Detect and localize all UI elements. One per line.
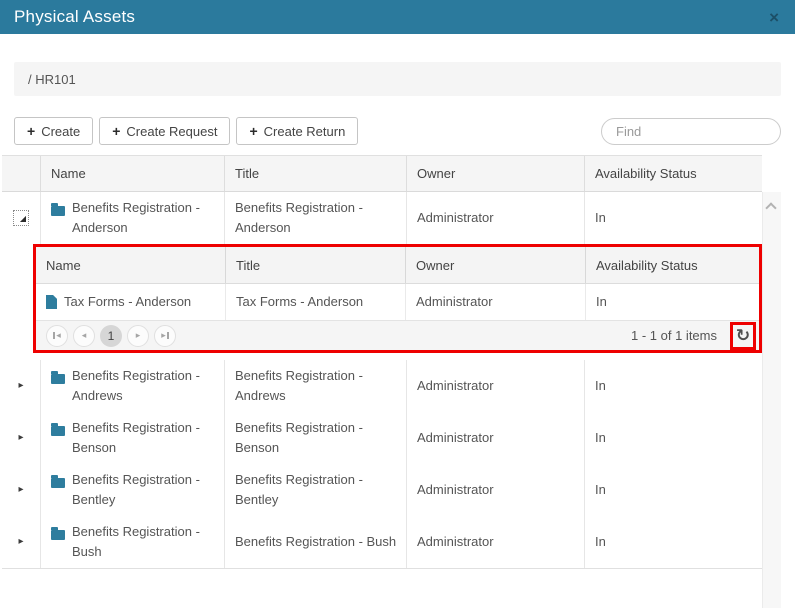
document-icon	[46, 295, 57, 309]
nested-detail-grid: Name Title Owner Availability Status Tax…	[33, 244, 762, 353]
name-cell: Tax Forms - Anderson	[36, 284, 225, 320]
table-row-anderson[interactable]: ◢ Benefits Registration - Anderson Benef…	[2, 192, 762, 244]
collapse-row-icon[interactable]: ◢	[13, 210, 29, 226]
table-row-bush[interactable]: ▸ Benefits Registration - Bush Benefits …	[2, 516, 762, 569]
pager-next-button[interactable]: ▸	[127, 325, 149, 347]
pager: ◂ ◂ 1 ▸ ▸ 1 - 1 of 1 items ↻	[36, 320, 759, 350]
asset-name: Benefits Registration - Benson	[72, 418, 216, 458]
expander-cell: ▸	[2, 464, 40, 516]
owner-cell: Administrator	[406, 516, 584, 568]
grid-header-row: Name Title Owner Availability Status	[2, 155, 762, 192]
title-cell: Benefits Registration - Benson	[224, 412, 406, 464]
asset-name: Benefits Registration - Bentley	[72, 470, 216, 510]
pager-page-1[interactable]: 1	[100, 325, 122, 347]
vertical-scrollbar[interactable]	[762, 192, 781, 608]
owner-cell: Administrator	[406, 192, 584, 244]
status-cell: In	[584, 464, 762, 516]
physical-assets-dialog: Physical Assets × / HR101 + Create + Cre…	[0, 0, 795, 608]
status-cell: In	[584, 516, 762, 568]
create-request-button[interactable]: + Create Request	[99, 117, 230, 145]
table-row-tax-forms[interactable]: Tax Forms - Anderson Tax Forms - Anderso…	[36, 284, 759, 320]
grid-header-title[interactable]: Title	[224, 156, 406, 191]
owner-cell: Administrator	[405, 284, 585, 320]
assets-grid-area: Name Title Owner Availability Status ◢ B…	[2, 155, 781, 608]
grid-header-name[interactable]: Name	[40, 156, 224, 191]
breadcrumb-path[interactable]: / HR101	[28, 72, 76, 87]
table-row-benson[interactable]: ▸ Benefits Registration - Benson Benefit…	[2, 412, 762, 464]
table-row-bentley[interactable]: ▸ Benefits Registration - Bentley Benefi…	[2, 464, 762, 516]
grid-header-owner[interactable]: Owner	[406, 156, 584, 191]
asset-name: Benefits Registration - Anderson	[72, 198, 216, 238]
asset-name: Benefits Registration - Bush	[72, 522, 216, 562]
folder-icon	[51, 206, 65, 216]
grid-header-expander	[2, 156, 40, 191]
pager-prev-button[interactable]: ◂	[73, 325, 95, 347]
status-cell: In	[584, 192, 762, 244]
asset-name: Tax Forms - Anderson	[64, 292, 191, 312]
expand-row-icon[interactable]: ▸	[18, 537, 23, 547]
title-cell: Benefits Registration - Anderson	[224, 192, 406, 244]
table-row-andrews[interactable]: ▸ Benefits Registration - Andrews Benefi…	[2, 360, 762, 412]
pager-prev-icon: ◂	[82, 330, 87, 341]
toolbar: + Create + Create Request + Create Retur…	[14, 117, 781, 145]
name-cell: Benefits Registration - Benson	[40, 412, 224, 464]
nested-header-row: Name Title Owner Availability Status	[36, 247, 759, 284]
status-cell: In	[584, 360, 762, 412]
pager-first-button[interactable]: ◂	[46, 325, 68, 347]
create-return-button-label: Create Return	[264, 124, 346, 139]
title-cell: Benefits Registration - Andrews	[224, 360, 406, 412]
title-cell: Tax Forms - Anderson	[225, 284, 405, 320]
status-cell: In	[585, 284, 759, 320]
folder-icon	[51, 478, 65, 488]
scroll-up-icon[interactable]	[765, 202, 776, 213]
name-cell: Benefits Registration - Anderson	[40, 192, 224, 244]
dialog-titlebar: Physical Assets ×	[0, 0, 795, 34]
create-button-label: Create	[41, 124, 80, 139]
nested-header-name[interactable]: Name	[36, 247, 225, 283]
expander-cell: ◢	[2, 192, 40, 244]
toolbar-buttons: + Create + Create Request + Create Retur…	[14, 117, 358, 145]
create-button[interactable]: + Create	[14, 117, 93, 145]
refresh-icon[interactable]: ↻	[730, 322, 756, 350]
title-cell: Benefits Registration - Bentley	[224, 464, 406, 516]
folder-icon	[51, 374, 65, 384]
assets-grid: Name Title Owner Availability Status ◢ B…	[2, 155, 762, 608]
dialog-body: / HR101 + Create + Create Request + Crea…	[0, 34, 795, 608]
grid-header-status[interactable]: Availability Status	[584, 156, 762, 191]
folder-icon	[51, 530, 65, 540]
pager-first-icon: ◂	[56, 330, 61, 341]
expander-cell: ▸	[2, 516, 40, 568]
plus-icon: +	[27, 124, 35, 138]
expand-row-icon[interactable]: ▸	[18, 485, 23, 495]
dialog-title: Physical Assets	[14, 7, 135, 27]
find-input[interactable]	[601, 118, 781, 145]
name-cell: Benefits Registration - Bentley	[40, 464, 224, 516]
folder-icon	[51, 426, 65, 436]
asset-name: Benefits Registration - Andrews	[72, 366, 216, 406]
title-cell: Benefits Registration - Bush	[224, 516, 406, 568]
pager-last-button[interactable]: ▸	[154, 325, 176, 347]
breadcrumb[interactable]: / HR101	[14, 62, 781, 96]
pager-summary: 1 - 1 of 1 items	[631, 328, 717, 343]
nested-header-title[interactable]: Title	[225, 247, 405, 283]
nested-header-owner[interactable]: Owner	[405, 247, 585, 283]
status-cell: In	[584, 412, 762, 464]
pager-next-icon: ▸	[136, 330, 141, 341]
name-cell: Benefits Registration - Bush	[40, 516, 224, 568]
close-icon[interactable]: ×	[769, 9, 779, 26]
expand-row-icon[interactable]: ▸	[18, 381, 23, 391]
plus-icon: +	[112, 124, 120, 138]
expand-row-icon[interactable]: ▸	[18, 433, 23, 443]
expander-cell: ▸	[2, 360, 40, 412]
owner-cell: Administrator	[406, 464, 584, 516]
name-cell: Benefits Registration - Andrews	[40, 360, 224, 412]
plus-icon: +	[249, 124, 257, 138]
owner-cell: Administrator	[406, 360, 584, 412]
nested-header-status[interactable]: Availability Status	[585, 247, 759, 283]
owner-cell: Administrator	[406, 412, 584, 464]
create-request-button-label: Create Request	[126, 124, 217, 139]
expander-cell: ▸	[2, 412, 40, 464]
pager-last-icon: ▸	[161, 330, 166, 341]
create-return-button[interactable]: + Create Return	[236, 117, 358, 145]
